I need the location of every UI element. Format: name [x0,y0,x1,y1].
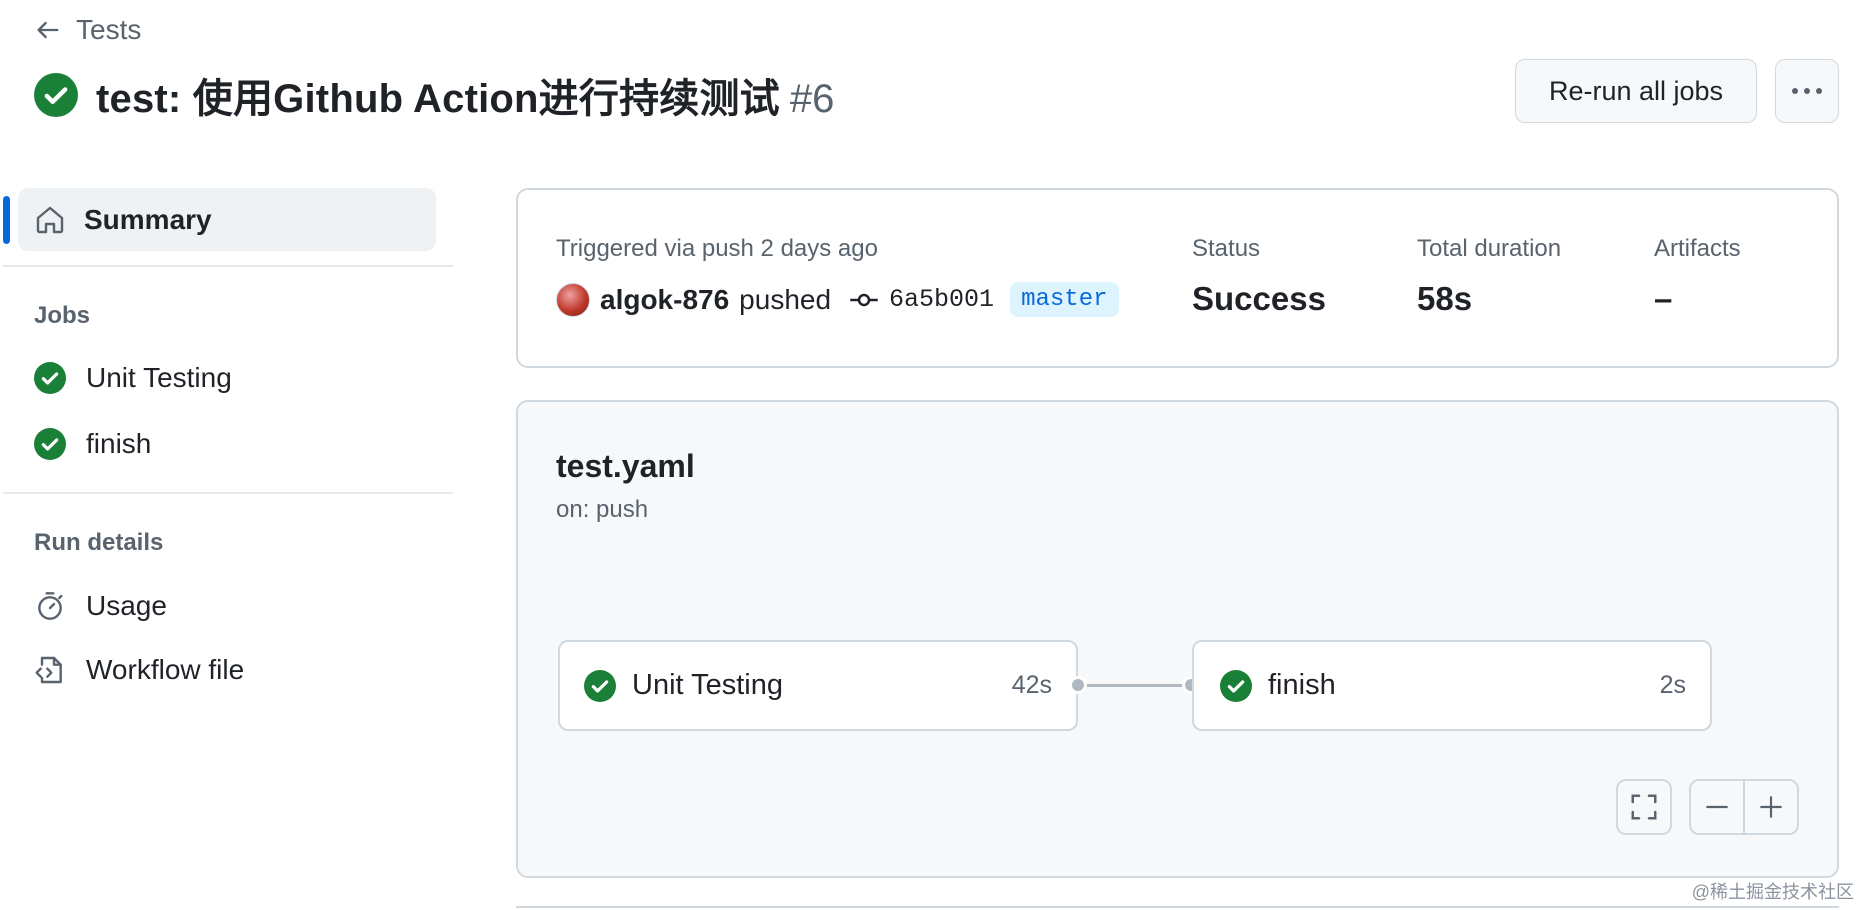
rerun-all-jobs-button[interactable]: Re-run all jobs [1515,59,1757,123]
status-value: Success [1192,280,1326,317]
status-label: Status [1192,235,1261,262]
back-link[interactable]: Tests [34,14,141,46]
arrow-left-icon [37,21,59,39]
action-text: pushed [739,283,832,315]
minus-icon [1706,805,1728,809]
run-details-heading: Run details [34,529,164,556]
run-number: #6 [789,77,835,121]
job-name: Unit Testing [632,669,783,701]
job-node-unit-testing[interactable]: Unit Testing 42s [558,640,1078,731]
trigger-text: Triggered via push 2 days ago [556,235,878,262]
sidebar-item-usage[interactable]: Usage [34,590,167,622]
sidebar-item-summary[interactable]: Summary [18,188,436,251]
file-code-icon [35,656,62,684]
duration-label: Total duration [1417,235,1562,262]
sidebar-item-finish[interactable]: finish [34,428,151,460]
duration-value: 58s [1417,280,1473,317]
job-duration: 2s [1659,671,1686,699]
job-node-finish[interactable]: finish 2s [1192,640,1712,731]
branch-badge[interactable]: master [1010,282,1119,317]
avatar[interactable] [556,282,590,317]
page-title-row: test: 使用Github Action进行持续测试 #6 [34,66,834,124]
zoom-out-button[interactable] [1691,781,1743,833]
job-name: finish [1268,669,1336,701]
divider [3,265,453,267]
sidebar-item-label: Usage [86,590,167,621]
watermark: @稀土掘金技术社区 [1691,882,1854,902]
run-summary-card [516,188,1839,368]
job-connector [1083,684,1191,687]
sidebar-item-unit-testing[interactable]: Unit Testing [34,362,232,394]
git-commit-icon [850,293,878,306]
kebab-horizontal-icon [1792,88,1822,94]
sidebar-item-label: Summary [84,203,212,235]
fullscreen-icon [1631,794,1657,820]
more-options-button[interactable] [1775,59,1839,123]
active-indicator [3,196,10,244]
output-port [1069,676,1087,694]
back-link-label: Tests [76,14,142,45]
sidebar-item-label: finish [86,428,152,459]
jobs-heading: Jobs [34,302,91,329]
job-duration: 42s [1011,671,1052,699]
divider [3,492,453,494]
sidebar-item-workflow-file[interactable]: Workflow file [34,654,244,686]
zoom-controls [1689,779,1799,835]
page-title: test: 使用Github Action进行持续测试 [96,77,780,121]
check-circle-icon [34,73,78,117]
sidebar-item-label: Unit Testing [86,362,232,393]
actor-link[interactable]: algok-876 [600,284,729,316]
check-circle-icon [1220,669,1252,702]
plus-icon [1760,796,1782,818]
artifacts-value: – [1654,280,1673,317]
commit-sha-link[interactable]: 6a5b001 [889,285,994,314]
push-info: algok-876 pushed 6a5b001 master [556,282,1119,317]
home-icon [36,206,64,233]
fullscreen-button[interactable] [1616,779,1672,835]
check-circle-icon [34,362,66,394]
stopwatch-icon [38,592,63,620]
check-circle-icon [584,669,616,702]
check-circle-icon [34,428,66,460]
zoom-in-button[interactable] [1743,781,1797,833]
artifacts-label: Artifacts [1654,235,1741,262]
workflow-name: test.yaml [556,448,695,484]
next-panel-edge [516,906,1839,910]
workflow-trigger: on: push [556,496,649,523]
sidebar-item-label: Workflow file [86,654,245,685]
